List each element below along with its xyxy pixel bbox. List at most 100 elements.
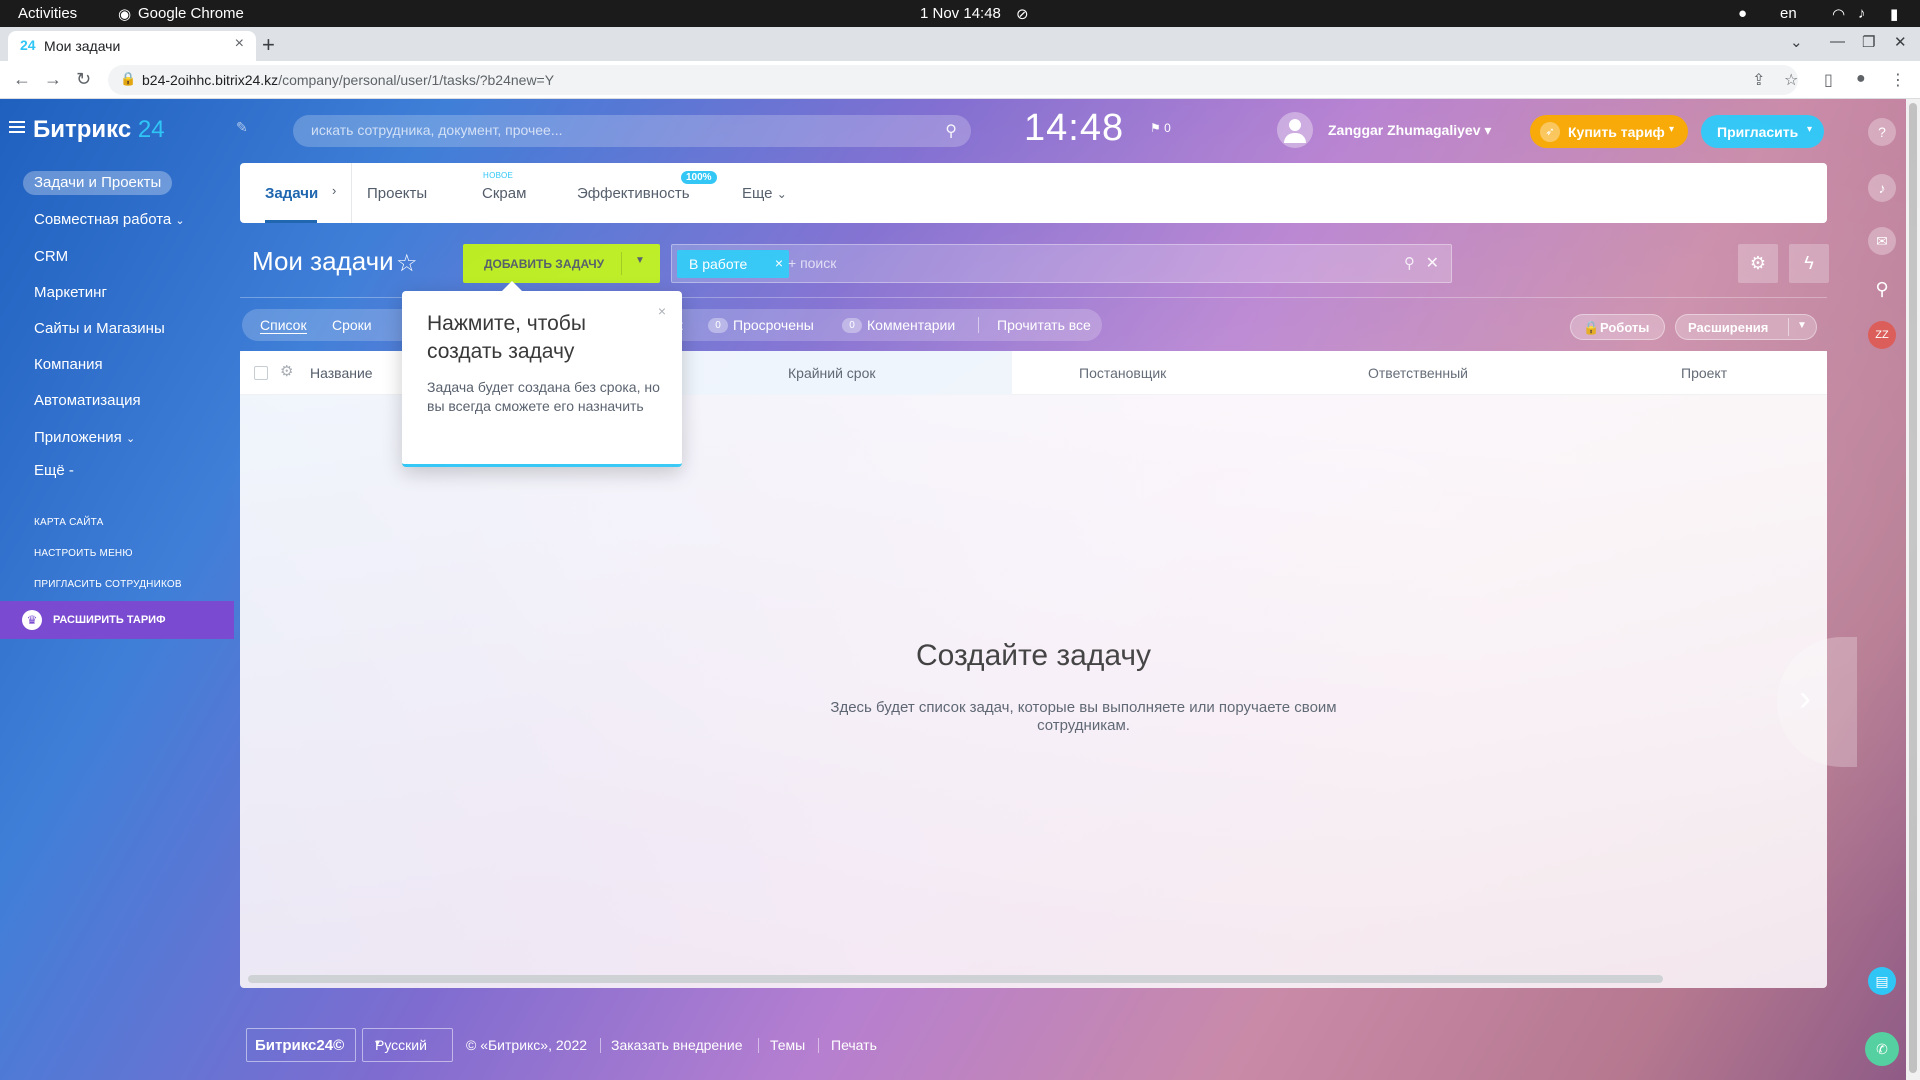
configure-menu-link[interactable]: НАСТРОИТЬ МЕНЮ — [34, 548, 133, 559]
tab-scrum[interactable]: Скрам — [482, 185, 526, 202]
sidebar-item-sites[interactable]: Сайты и Магазины — [34, 320, 165, 337]
column-header-project[interactable]: Проект — [1681, 365, 1727, 381]
sitemap-link[interactable]: КАРТА САЙТА — [34, 517, 103, 528]
settings-gear-button[interactable]: ⚙ — [1738, 244, 1778, 283]
upgrade-tariff-button[interactable]: ♛ РАСШИРИТЬ ТАРИФ — [0, 601, 234, 639]
tab-tasks[interactable]: Задачи — [265, 185, 318, 202]
maximize-button[interactable]: ❐ — [1862, 33, 1875, 51]
close-tab-icon[interactable]: × — [235, 35, 244, 53]
read-all-button[interactable]: Прочитать все — [997, 317, 1091, 333]
bookmark-star-icon[interactable]: ☆ — [1784, 70, 1798, 90]
browser-tab[interactable]: 24 Мои задачи × — [8, 31, 256, 61]
print-link[interactable]: Печать — [831, 1037, 877, 1053]
back-icon[interactable]: ← — [13, 69, 31, 90]
add-task-button[interactable]: ДОБАВИТЬ ЗАДАЧУ ▼ — [463, 244, 660, 283]
vertical-scrollbar[interactable] — [1906, 99, 1920, 1080]
favorite-star-icon[interactable]: ☆ — [396, 249, 418, 278]
kebab-menu-icon[interactable]: ⋮ — [1890, 70, 1906, 90]
os-clock[interactable]: 1 Nov 14:48 — [920, 5, 1001, 22]
reload-icon[interactable]: ↻ — [76, 69, 91, 90]
column-header-responsible[interactable]: Ответственный — [1368, 365, 1468, 381]
buy-tariff-button[interactable]: ➶ Купить тариф ▾ — [1530, 115, 1688, 148]
invite-button[interactable]: Пригласить ▾ — [1701, 115, 1824, 148]
new-tab-button[interactable]: + — [262, 32, 275, 58]
extensions-button[interactable]: Расширения ▼ — [1675, 314, 1817, 340]
activities-button[interactable]: Activities — [18, 5, 77, 22]
close-icon[interactable]: × — [658, 303, 666, 319]
chat-icon[interactable]: ✉ — [1868, 227, 1896, 255]
search-icon[interactable]: ⚲ — [945, 121, 957, 141]
chevron-down-icon[interactable]: ▼ — [1797, 320, 1807, 331]
gear-icon[interactable]: ⚙ — [280, 362, 293, 380]
tab-search-icon[interactable]: ⌄ — [1790, 33, 1803, 51]
help-icon[interactable]: ? — [1868, 118, 1896, 146]
share-icon[interactable]: ⇪ — [1752, 70, 1765, 90]
robots-button[interactable]: 🔒 Роботы — [1570, 314, 1665, 340]
flag-counter[interactable]: ⚑ 0 — [1150, 121, 1171, 135]
close-window-button[interactable]: ✕ — [1894, 33, 1907, 51]
sidebar-item-company[interactable]: Компания — [34, 356, 103, 373]
order-implementation-link[interactable]: Заказать внедрение — [611, 1037, 743, 1053]
global-search[interactable]: ⚲ — [293, 115, 971, 147]
profile-icon[interactable]: ● — [1856, 70, 1866, 88]
address-bar[interactable]: 🔒 b24-2oihhc.bitrix24.kz/company/persona… — [108, 65, 1798, 95]
horizontal-scrollbar[interactable] — [248, 975, 1663, 983]
filter-chip-in-progress[interactable]: В работе × — [677, 250, 789, 278]
sidebar-item-crm[interactable]: CRM — [34, 248, 68, 265]
battery-icon[interactable]: ▮ — [1890, 5, 1898, 23]
sidebar-item-marketing[interactable]: Маркетинг — [34, 284, 107, 301]
invite-employees-link[interactable]: ПРИГЛАСИТЬ СОТРУДНИКОВ — [34, 579, 182, 590]
select-all-checkbox[interactable] — [254, 366, 268, 380]
bell-icon[interactable]: ♪ — [1868, 174, 1896, 202]
chevron-right-icon[interactable]: › — [332, 183, 336, 198]
wifi-icon[interactable]: ◠ — [1832, 5, 1845, 23]
user-avatar[interactable] — [1277, 112, 1313, 148]
user-initials-avatar[interactable]: ZZ — [1868, 321, 1896, 349]
view-deadlines[interactable]: Сроки — [332, 317, 372, 333]
footer-logo[interactable]: Битрикс24© — [246, 1028, 356, 1062]
tab-efficiency[interactable]: Эффективность — [577, 185, 690, 202]
document-icon[interactable]: ▤ — [1868, 967, 1896, 995]
menu-toggle-icon[interactable] — [9, 121, 25, 133]
sidebar-item-tasks[interactable]: Задачи и Проекты — [23, 171, 173, 195]
global-search-input[interactable] — [311, 122, 911, 138]
phone-icon[interactable]: ✆ — [1865, 1032, 1899, 1066]
scrollbar-thumb[interactable] — [1909, 103, 1917, 1073]
url-text[interactable]: b24-2oihhc.bitrix24.kz/company/personal/… — [142, 72, 554, 88]
remove-filter-icon[interactable]: × — [775, 255, 783, 271]
themes-link[interactable]: Темы — [770, 1037, 805, 1053]
edit-pencil-icon[interactable]: ✎ — [236, 119, 248, 136]
tab-more[interactable]: Еще ⌄ — [742, 185, 787, 202]
minimize-button[interactable]: — — [1830, 33, 1845, 50]
invite-label: Пригласить — [1717, 124, 1799, 140]
column-header-creator[interactable]: Постановщик — [1079, 365, 1166, 381]
clear-icon[interactable]: ✕ — [1426, 253, 1439, 273]
volume-icon[interactable]: ♪ — [1858, 5, 1866, 22]
sidebar-item-collaboration[interactable]: Совместная работа ⌄ — [34, 211, 185, 228]
sidebar-item-apps[interactable]: Приложения ⌄ — [34, 429, 135, 446]
search-icon[interactable]: ⚲ — [1404, 254, 1415, 272]
sidebar-item-more[interactable]: Ещё - — [34, 462, 74, 479]
bitrix-logo[interactable]: Битрикс 24 — [33, 116, 165, 144]
user-menu[interactable]: Zanggar Zhumagaliyev ▾ — [1328, 122, 1491, 139]
column-header-deadline[interactable]: Крайний срок — [788, 365, 876, 381]
chevron-down-icon[interactable]: ▼ — [635, 255, 645, 266]
lock-icon[interactable]: 🔒 — [120, 71, 136, 87]
header-clock[interactable]: 14:48 — [1024, 107, 1124, 150]
filter-search-box[interactable]: В работе × + поиск ⚲ ✕ — [671, 244, 1452, 283]
column-header-name[interactable]: Название — [310, 365, 373, 381]
lightning-button[interactable]: ϟ — [1789, 244, 1829, 283]
sidepanel-icon[interactable]: ▯ — [1824, 70, 1833, 90]
app-name[interactable]: Google Chrome — [138, 5, 244, 22]
comments-filter[interactable]: Комментарии — [867, 317, 955, 333]
overdue-filter[interactable]: Просрочены — [733, 317, 814, 333]
sidebar-item-automation[interactable]: Автоматизация — [34, 392, 141, 409]
filter-search-placeholder[interactable]: + поиск — [788, 255, 836, 271]
language-selector[interactable]: Русский ▾ — [362, 1028, 453, 1062]
chevron-down-icon: ⌄ — [175, 215, 185, 227]
lang-indicator[interactable]: en — [1780, 5, 1797, 22]
forward-icon[interactable]: → — [44, 69, 62, 90]
view-list[interactable]: Список — [260, 317, 307, 334]
tab-projects[interactable]: Проекты — [367, 185, 427, 202]
search-icon[interactable]: ⚲ — [1868, 275, 1896, 303]
